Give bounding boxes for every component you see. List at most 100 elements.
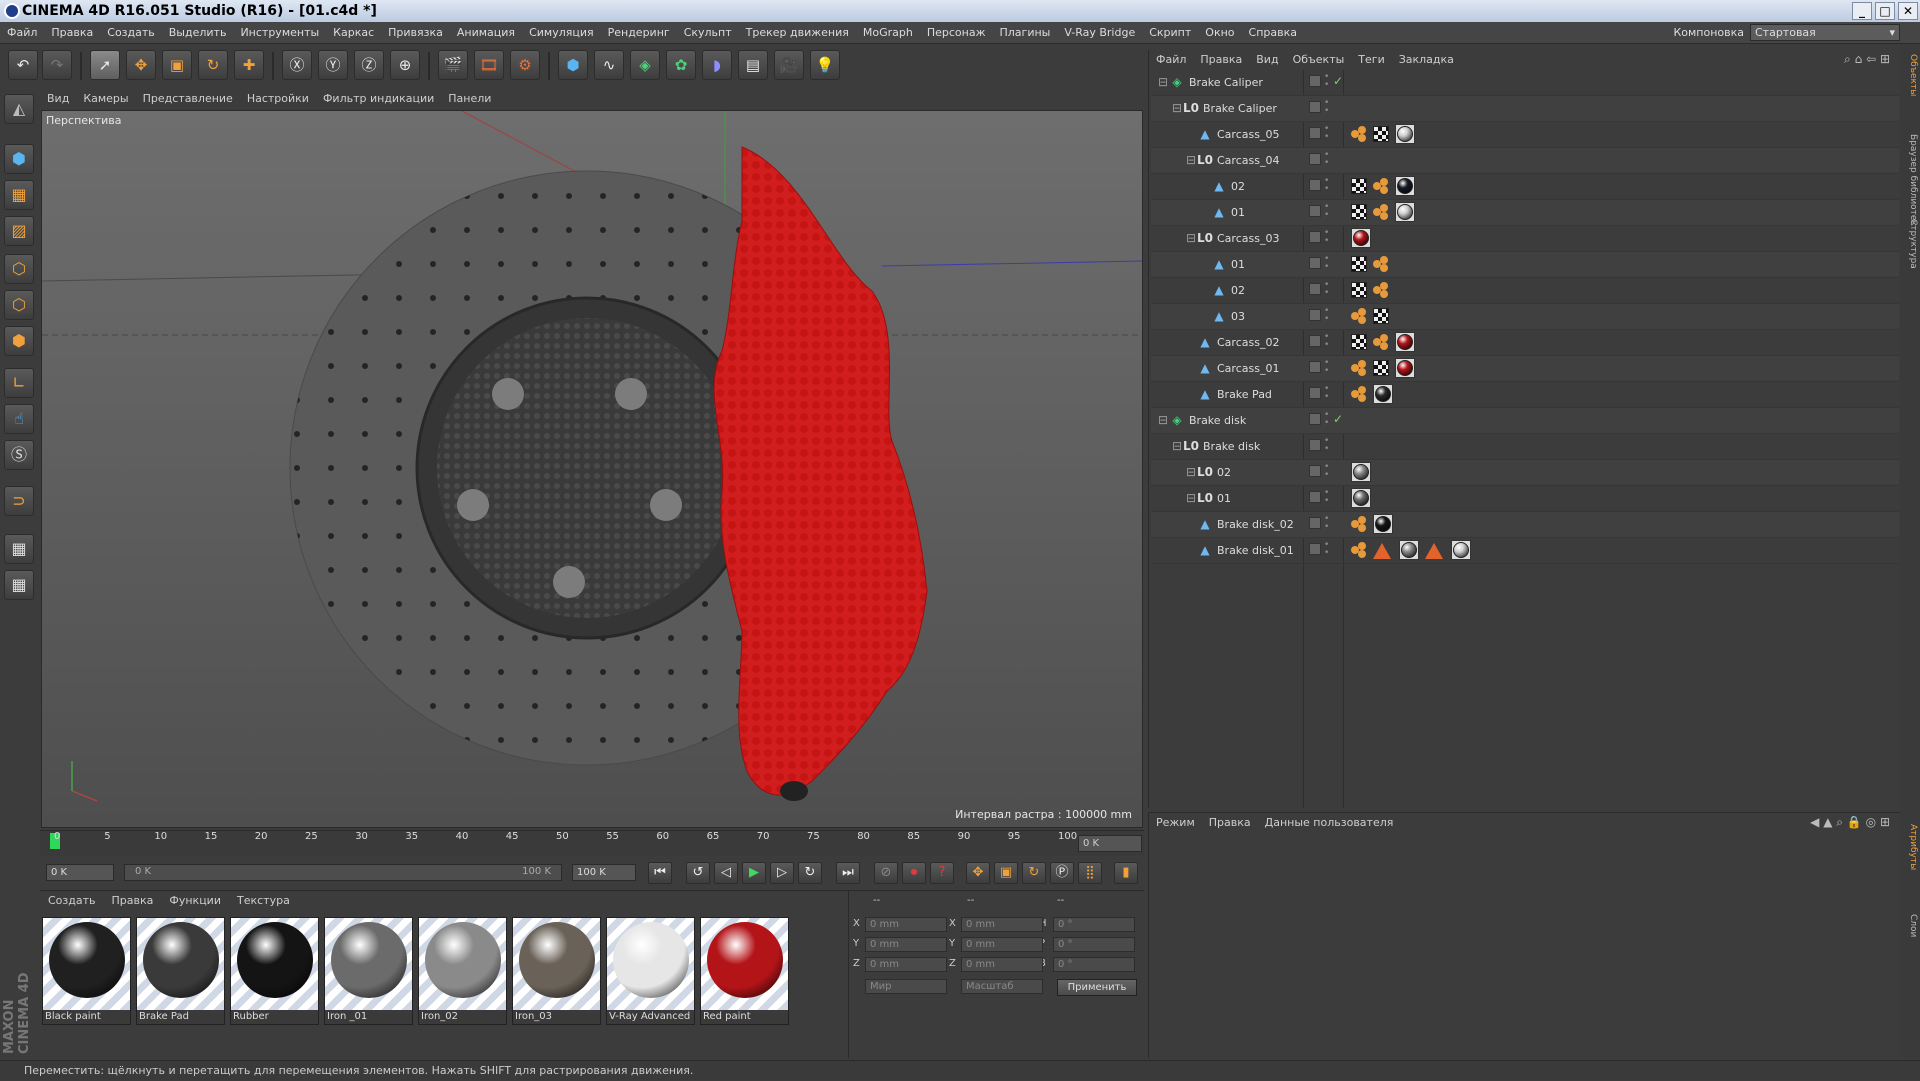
menu-item[interactable]: Персонаж (920, 22, 993, 44)
phong-tag-icon[interactable] (1373, 204, 1389, 220)
coord-value-field[interactable]: 0 ° (1053, 937, 1135, 952)
move-tool-button[interactable]: ✥ (126, 50, 156, 80)
up-arrow-icon[interactable]: ▲ (1823, 815, 1832, 829)
menu-item[interactable]: Правка (44, 22, 100, 44)
layer-visibility-toggle[interactable] (1309, 127, 1321, 139)
object-row[interactable]: ▲ 01 • • (1151, 252, 1899, 278)
object-row[interactable]: ▲ 01 • • (1151, 200, 1899, 226)
phong-tag-icon[interactable] (1373, 256, 1389, 272)
viewport-menu-item[interactable]: Камеры (76, 88, 135, 110)
object-row[interactable]: ⊟ ◈ Brake Caliper • • ✓ (1151, 70, 1899, 96)
next-key-button[interactable]: ↻ (798, 862, 822, 884)
menu-item[interactable]: Файл (0, 22, 44, 44)
menu-item[interactable]: Плагины (993, 22, 1058, 44)
editor-render-visibility-dots[interactable]: • • (1324, 73, 1329, 90)
preview-range-slider[interactable]: 0 K 100 K (124, 864, 562, 881)
home-icon[interactable]: ⌂ (1855, 52, 1863, 66)
side-tab[interactable]: Слои (1902, 914, 1918, 937)
render-picture-viewer-button[interactable]: 🎞 (474, 50, 504, 80)
key-rotation-button[interactable]: ↻ (1022, 862, 1046, 884)
texture-mode-button[interactable]: ▦ (4, 180, 34, 210)
autokey-button[interactable]: ⏺ (902, 862, 926, 884)
uvw-tag-icon[interactable] (1373, 360, 1389, 376)
polygons-mode-button[interactable]: ⬢ (4, 326, 34, 356)
coord-size-mode-dropdown[interactable]: Масштаб (961, 979, 1043, 994)
coord-value-field[interactable]: 0 mm (865, 917, 947, 932)
editor-render-visibility-dots[interactable]: • • (1324, 125, 1329, 142)
select-tool-button[interactable]: ➚ (90, 50, 120, 80)
key-position-button[interactable]: ✥ (966, 862, 990, 884)
editor-render-visibility-dots[interactable]: • • (1324, 151, 1329, 168)
cloner-button[interactable]: ✿ (666, 50, 696, 80)
menu-item[interactable]: Каркас (326, 22, 381, 44)
enabled-check-icon[interactable]: ✓ (1333, 412, 1343, 426)
scale-tool-button[interactable]: ▣ (162, 50, 192, 80)
side-tab[interactable]: Объекты (1902, 54, 1918, 96)
current-frame-field[interactable]: 0 K (1078, 835, 1142, 852)
lock-workplane-button[interactable]: ▦ (4, 534, 34, 564)
menu-item[interactable]: Трекер движения (739, 22, 856, 44)
timeline-window-button[interactable]: ▮ (1114, 862, 1138, 884)
material-tag-icon[interactable] (1351, 462, 1371, 482)
menu-item[interactable]: MoGraph (856, 22, 920, 44)
uvw-tag-icon[interactable] (1373, 308, 1389, 324)
menu-item[interactable]: Симуляция (522, 22, 601, 44)
key-pla-button[interactable]: ⣿ (1078, 862, 1102, 884)
viewport-menu-item[interactable]: Вид (40, 88, 76, 110)
uvw-tag-icon[interactable] (1351, 204, 1367, 220)
rotate-tool-button[interactable]: ↻ (198, 50, 228, 80)
layer-visibility-toggle[interactable] (1309, 231, 1321, 243)
coordinate-system-button[interactable]: ⊕ (390, 50, 420, 80)
editor-render-visibility-dots[interactable]: • • (1324, 177, 1329, 194)
minimize-button[interactable]: _ (1852, 2, 1872, 20)
object-row[interactable]: ▲ Carcass_05 • • (1151, 122, 1899, 148)
perspective-viewport[interactable]: Перспектива Интервал растра: 100000 mm (41, 110, 1143, 828)
material-swatch[interactable]: Black paint (42, 917, 131, 1025)
tweak-mode-button[interactable]: ☝ (4, 404, 34, 434)
object-row[interactable]: ⊟ L0 Brake disk • • (1151, 434, 1899, 460)
editor-render-visibility-dots[interactable]: • • (1324, 385, 1329, 402)
spline-pen-button[interactable]: ∿ (594, 50, 624, 80)
snapping-button[interactable]: ⊃ (4, 486, 34, 516)
object-menu-item[interactable]: Теги (1351, 50, 1391, 70)
subdivision-surface-button[interactable]: ◈ (630, 50, 660, 80)
z-axis-lock-button[interactable]: Ⓩ (354, 50, 384, 80)
side-tab[interactable]: Структура (1902, 219, 1918, 269)
close-button[interactable]: ✕ (1898, 2, 1918, 20)
coord-mode-dropdown[interactable]: Мир (865, 979, 947, 994)
make-editable-button[interactable]: ◭ (4, 94, 34, 124)
settings-icon[interactable]: ◎ (1866, 815, 1876, 829)
material-tag-icon[interactable] (1395, 124, 1415, 144)
menu-item[interactable]: Окно (1198, 22, 1241, 44)
play-button[interactable]: ▶ (742, 862, 766, 884)
layout-dropdown[interactable]: Стартовая ▾ (1750, 24, 1900, 41)
layer-visibility-toggle[interactable] (1309, 257, 1321, 269)
apply-button[interactable]: Применить (1057, 979, 1137, 996)
object-row[interactable]: ▲ 02 • • (1151, 278, 1899, 304)
material-tag-icon[interactable] (1451, 540, 1471, 560)
editor-render-visibility-dots[interactable]: • • (1324, 203, 1329, 220)
object-row[interactable]: ⊟ L0 Carcass_04 • • (1151, 148, 1899, 174)
editor-render-visibility-dots[interactable]: • • (1324, 437, 1329, 454)
menu-item[interactable]: Анимация (450, 22, 522, 44)
last-tool-button[interactable]: ✚ (234, 50, 264, 80)
object-row[interactable]: ▲ Carcass_01 • • (1151, 356, 1899, 382)
layer-visibility-toggle[interactable] (1309, 335, 1321, 347)
points-mode-button[interactable]: ⬡ (4, 254, 34, 284)
editor-render-visibility-dots[interactable]: • • (1324, 333, 1329, 350)
material-swatch[interactable]: Red paint (700, 917, 789, 1025)
uvw-tag-icon[interactable] (1351, 282, 1367, 298)
material-tag-icon[interactable] (1351, 488, 1371, 508)
object-row[interactable]: ▲ Brake disk_02 • • (1151, 512, 1899, 538)
editor-render-visibility-dots[interactable]: • • (1324, 411, 1329, 428)
layer-visibility-toggle[interactable] (1309, 465, 1321, 477)
object-menu-item[interactable]: Файл (1149, 50, 1193, 70)
object-row[interactable]: ▲ Brake Pad • • (1151, 382, 1899, 408)
layer-visibility-toggle[interactable] (1309, 309, 1321, 321)
material-swatch[interactable]: Brake Pad (136, 917, 225, 1025)
new-window-icon[interactable]: ⊞ (1880, 52, 1890, 66)
side-tab[interactable]: Атрибуты (1902, 824, 1918, 870)
attribute-menu-item[interactable]: Данные пользователя (1258, 813, 1401, 833)
timeline-ruler[interactable]: 0 K 0 5 10 15 20 25 30 35 40 45 50 55 60 65 70 75 80 85 90… (40, 830, 1144, 856)
object-row[interactable]: ⊟ ◈ Brake disk • • ✓ (1151, 408, 1899, 434)
